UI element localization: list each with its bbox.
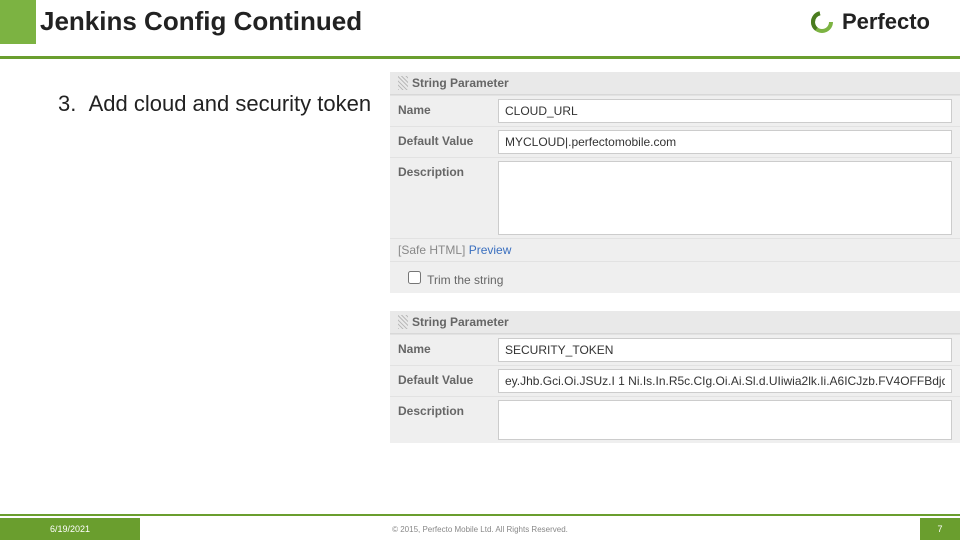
slide-body: 3. Add cloud and security token String P…	[0, 72, 960, 492]
default-value-row: Default Value	[390, 126, 960, 157]
brand-name: Perfecto	[842, 9, 930, 35]
slide-title: Jenkins Config Continued	[40, 6, 362, 37]
name-label: Name	[398, 338, 498, 356]
step-text: Add cloud and security token	[89, 91, 372, 116]
default-value-input[interactable]	[498, 130, 952, 154]
header-rule	[0, 56, 960, 59]
footer-copyright: © 2015, Perfecto Mobile Ltd. All Rights …	[0, 518, 960, 540]
jenkins-form-screenshot: String Parameter Name Default Value Desc…	[390, 72, 960, 443]
trim-checkbox[interactable]	[408, 271, 421, 284]
default-value-label: Default Value	[398, 369, 498, 387]
name-row: Name	[390, 95, 960, 126]
section-label: String Parameter	[412, 315, 509, 329]
section-label: String Parameter	[412, 76, 509, 90]
description-textarea[interactable]	[498, 161, 952, 235]
preview-link[interactable]: Preview	[469, 243, 512, 257]
slide-header: Jenkins Config Continued Perfecto	[0, 0, 960, 60]
description-label: Description	[398, 400, 498, 418]
name-input[interactable]	[498, 338, 952, 362]
step-item: 3. Add cloud and security token	[58, 90, 390, 118]
name-row: Name	[390, 334, 960, 365]
description-textarea[interactable]	[498, 400, 952, 440]
right-column: String Parameter Name Default Value Desc…	[390, 72, 960, 443]
drag-grip-icon	[398, 76, 408, 90]
default-value-label: Default Value	[398, 130, 498, 148]
page-number: 7	[920, 518, 960, 540]
default-value-input[interactable]	[498, 369, 952, 393]
accent-block	[0, 0, 36, 44]
brand-logo: Perfecto	[808, 8, 930, 36]
description-row: Description	[390, 157, 960, 238]
step-number: 3.	[58, 91, 76, 116]
trim-row: Trim the string	[390, 261, 960, 293]
left-column: 3. Add cloud and security token	[0, 72, 390, 492]
drag-grip-icon	[398, 315, 408, 329]
name-label: Name	[398, 99, 498, 117]
section-gap	[390, 293, 960, 311]
safe-html-text: [Safe HTML]	[398, 243, 465, 257]
safe-html-row: [Safe HTML] Preview	[390, 238, 960, 261]
trim-label: Trim the string	[427, 273, 503, 287]
description-label: Description	[398, 161, 498, 179]
perfecto-icon	[808, 8, 836, 36]
name-input[interactable]	[498, 99, 952, 123]
footer-rule	[0, 514, 960, 516]
slide-footer: 6/19/2021 © 2015, Perfecto Mobile Ltd. A…	[0, 514, 960, 540]
description-row: Description	[390, 396, 960, 443]
default-value-row: Default Value	[390, 365, 960, 396]
param-section-header: String Parameter	[390, 311, 960, 334]
param-section-header: String Parameter	[390, 72, 960, 95]
